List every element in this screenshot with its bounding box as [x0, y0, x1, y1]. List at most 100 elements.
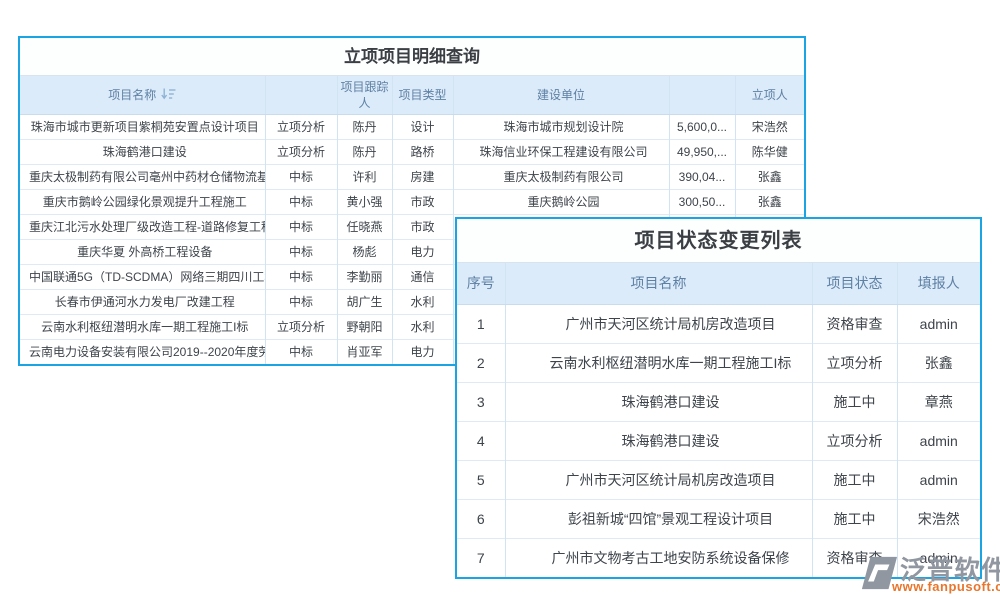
table-row: 1 广州市天河区统计局机房改造项目 资格审查 admin	[457, 304, 980, 343]
project-tracker-cell: 黄小强	[337, 189, 392, 214]
project-status-cell: 立项分析	[812, 343, 897, 382]
project-type-cell: 水利	[392, 289, 453, 314]
project-name-link[interactable]: 中国联通5G（TD-SCDMA）网络三期四川工程	[20, 264, 265, 289]
project-name-link[interactable]: 云南电力设备安装有限公司2019--2020年度劳务	[20, 339, 265, 364]
project-tracker-cell: 陈丹	[337, 139, 392, 164]
column-header-tracker: 项目跟踪人	[337, 76, 392, 114]
reporter-link[interactable]: 宋浩然	[897, 499, 980, 538]
project-type-cell: 市政	[392, 214, 453, 239]
project-tracker-cell: 野朝阳	[337, 314, 392, 339]
table-row: 5 广州市天河区统计局机房改造项目 施工中 admin	[457, 460, 980, 499]
approver-cell: 张鑫	[735, 189, 804, 214]
project-name-link[interactable]: 彭祖新城“四馆”景观工程设计项目	[505, 499, 812, 538]
project-name-link[interactable]: 珠海市城市更新项目紫桐苑安置点设计项目	[20, 114, 265, 139]
project-tracker-cell: 陈丹	[337, 114, 392, 139]
project-type-cell: 水利	[392, 314, 453, 339]
project-type-cell: 路桥	[392, 139, 453, 164]
table-header-row: 序号 项目名称 项目状态 填报人	[457, 263, 980, 304]
row-index-cell: 2	[457, 343, 505, 382]
project-tracker-cell: 李勤丽	[337, 264, 392, 289]
project-status-cell: 中标	[265, 214, 337, 239]
table-row: 重庆市鹅岭公园绿化景观提升工程施工 中标 黄小强 市政 重庆鹅岭公园 300,5…	[20, 189, 804, 214]
table-row: 4 珠海鹤港口建设 立项分析 admin	[457, 421, 980, 460]
project-status-cell: 资格审查	[812, 304, 897, 343]
column-header-type: 项目类型	[392, 76, 453, 114]
status-change-list-panel: 项目状态变更列表 序号 项目名称 项目状态 填报人 1 广州市天河区统计局机房改…	[455, 217, 982, 579]
project-status-cell: 中标	[265, 239, 337, 264]
page: 立项项目明细查询 项目名称	[0, 0, 1000, 600]
fanpu-watermark: 泛普软件 www.fanpusoft.com	[856, 546, 1000, 598]
column-header-amount	[669, 76, 735, 114]
project-name-link[interactable]: 广州市文物考古工地安防系统设备保修	[505, 538, 812, 577]
reporter-link[interactable]: admin	[897, 460, 980, 499]
project-status-cell: 中标	[265, 164, 337, 189]
table-row: 6 彭祖新城“四馆”景观工程设计项目 施工中 宋浩然	[457, 499, 980, 538]
column-header-index: 序号	[457, 263, 505, 304]
project-tracker-cell: 许利	[337, 164, 392, 189]
project-name-link[interactable]: 长春市伊通河水力发电厂改建工程	[20, 289, 265, 314]
row-index-cell: 5	[457, 460, 505, 499]
project-type-cell: 通信	[392, 264, 453, 289]
column-header-label: 项目名称	[108, 88, 156, 102]
project-status-cell: 立项分析	[265, 139, 337, 164]
project-type-cell: 设计	[392, 114, 453, 139]
status-change-table: 序号 项目名称 项目状态 填报人 1 广州市天河区统计局机房改造项目 资格审查 …	[457, 263, 980, 577]
project-name-link[interactable]: 珠海鹤港口建设	[505, 421, 812, 460]
project-status-cell: 施工中	[812, 382, 897, 421]
project-status-cell: 中标	[265, 264, 337, 289]
row-index-cell: 3	[457, 382, 505, 421]
front-panel-title: 项目状态变更列表	[457, 219, 980, 263]
project-name-link[interactable]: 重庆华夏 外高桥工程设备	[20, 239, 265, 264]
table-row: 珠海鹤港口建设 立项分析 陈丹 路桥 珠海信业环保工程建设有限公司 49,950…	[20, 139, 804, 164]
reporter-link[interactable]: 张鑫	[897, 343, 980, 382]
watermark-url[interactable]: www.fanpusoft.com	[892, 579, 1000, 594]
amount-cell: 390,04...	[669, 164, 735, 189]
amount-cell: 300,50...	[669, 189, 735, 214]
amount-cell: 49,950,...	[669, 139, 735, 164]
column-header-project-name: 项目名称	[505, 263, 812, 304]
project-type-cell: 电力	[392, 239, 453, 264]
approver-cell: 宋浩然	[735, 114, 804, 139]
project-status-cell: 中标	[265, 289, 337, 314]
column-header-unit: 建设单位	[453, 76, 669, 114]
column-header-status	[265, 76, 337, 114]
construction-unit-link[interactable]: 重庆鹅岭公园	[453, 189, 669, 214]
project-name-link[interactable]: 广州市天河区统计局机房改造项目	[505, 304, 812, 343]
project-name-link[interactable]: 云南水利枢纽潜明水库一期工程施工I标	[20, 314, 265, 339]
project-tracker-cell: 杨彪	[337, 239, 392, 264]
table-header-row: 项目名称 项目跟踪人 项目类型 建设单位	[20, 76, 804, 114]
project-name-link[interactable]: 重庆市鹅岭公园绿化景观提升工程施工	[20, 189, 265, 214]
amount-cell: 5,600,0...	[669, 114, 735, 139]
table-row: 2 云南水利枢纽潜明水库一期工程施工I标 立项分析 张鑫	[457, 343, 980, 382]
project-type-cell: 房建	[392, 164, 453, 189]
project-status-cell: 中标	[265, 189, 337, 214]
project-name-link[interactable]: 重庆江北污水处理厂级改造工程-道路修复工程	[20, 214, 265, 239]
column-header-project-status: 项目状态	[812, 263, 897, 304]
project-name-link[interactable]: 珠海鹤港口建设	[20, 139, 265, 164]
construction-unit-link[interactable]: 重庆太极制药有限公司	[453, 164, 669, 189]
reporter-link[interactable]: admin	[897, 421, 980, 460]
row-index-cell: 7	[457, 538, 505, 577]
project-name-link[interactable]: 广州市天河区统计局机房改造项目	[505, 460, 812, 499]
row-index-cell: 4	[457, 421, 505, 460]
project-name-link[interactable]: 重庆太极制药有限公司亳州中药材仓储物流基地	[20, 164, 265, 189]
project-status-cell: 施工中	[812, 499, 897, 538]
table-row: 重庆太极制药有限公司亳州中药材仓储物流基地 中标 许利 房建 重庆太极制药有限公…	[20, 164, 804, 189]
reporter-link[interactable]: 章燕	[897, 382, 980, 421]
project-name-link[interactable]: 云南水利枢纽潜明水库一期工程施工I标	[505, 343, 812, 382]
project-status-cell: 施工中	[812, 460, 897, 499]
approver-cell: 张鑫	[735, 164, 804, 189]
construction-unit-link[interactable]: 珠海市城市规划设计院	[453, 114, 669, 139]
project-name-link[interactable]: 珠海鹤港口建设	[505, 382, 812, 421]
construction-unit-link[interactable]: 珠海信业环保工程建设有限公司	[453, 139, 669, 164]
approver-cell: 陈华健	[735, 139, 804, 164]
project-status-cell: 中标	[265, 339, 337, 364]
project-status-cell: 立项分析	[812, 421, 897, 460]
sort-icon[interactable]	[161, 88, 176, 100]
table-row: 3 珠海鹤港口建设 施工中 章燕	[457, 382, 980, 421]
table-row: 珠海市城市更新项目紫桐苑安置点设计项目 立项分析 陈丹 设计 珠海市城市规划设计…	[20, 114, 804, 139]
project-tracker-cell: 胡广生	[337, 289, 392, 314]
column-header-project-name[interactable]: 项目名称	[20, 76, 265, 114]
reporter-link[interactable]: admin	[897, 304, 980, 343]
row-index-cell: 1	[457, 304, 505, 343]
